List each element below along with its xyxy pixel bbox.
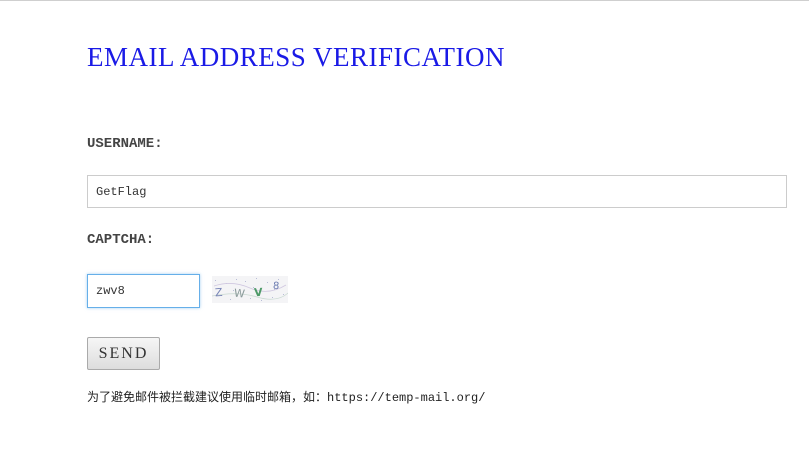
- captcha-char-4: 8: [273, 281, 280, 292]
- temp-mail-hint: 为了避免邮件被拦截建议使用临时邮箱，如：https://temp-mail.or…: [87, 388, 485, 405]
- username-input[interactable]: [87, 175, 787, 208]
- top-border: [0, 0, 809, 1]
- captcha-char-1: Z: [215, 286, 224, 300]
- captcha-input[interactable]: [87, 274, 200, 308]
- captcha-image[interactable]: Z W V 8: [212, 276, 288, 303]
- captcha-char-3: V: [254, 286, 264, 299]
- page-title: EMAIL ADDRESS VERIFICATION: [87, 42, 506, 72]
- username-label: USERNAME:: [87, 136, 163, 152]
- temp-mail-url: https://temp-mail.org/: [327, 391, 486, 405]
- send-button[interactable]: SEND: [87, 337, 160, 370]
- hint-text: 为了避免邮件被拦截建议使用临时邮箱，如：: [87, 390, 328, 404]
- captcha-char-2: W: [233, 287, 245, 301]
- captcha-label: CAPTCHA:: [87, 232, 155, 248]
